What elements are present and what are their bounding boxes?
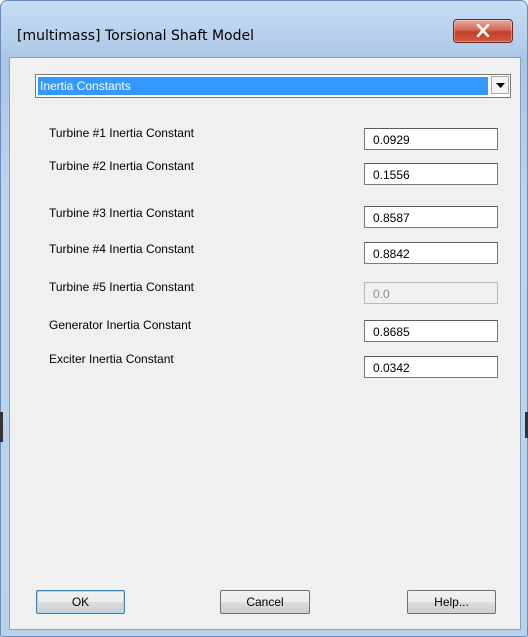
dialog-client-area: Inertia Constants Turbine #1 Inertia Con… (9, 57, 521, 630)
turbine-1-inertia-label: Turbine #1 Inertia Constant (49, 126, 194, 140)
turbine-5-inertia-label: Turbine #5 Inertia Constant (49, 280, 194, 294)
turbine-5-inertia-field: 0.0 (364, 282, 498, 304)
category-selected-value: Inertia Constants (38, 77, 488, 95)
category-dropdown[interactable]: Inertia Constants (35, 74, 511, 98)
turbine-2-inertia-label: Turbine #2 Inertia Constant (49, 159, 194, 173)
turbine-2-inertia-field[interactable]: 0.1556 (364, 163, 498, 185)
turbine-4-inertia-field[interactable]: 0.8842 (364, 242, 498, 264)
window-title: [multimass] Torsional Shaft Model (17, 28, 254, 44)
turbine-3-inertia-field[interactable]: 0.8587 (364, 206, 498, 228)
turbine-4-inertia-label: Turbine #4 Inertia Constant (49, 242, 194, 256)
help-button[interactable]: Help... (407, 590, 496, 614)
generator-inertia-label: Generator Inertia Constant (49, 318, 192, 332)
chevron-down-icon (496, 83, 505, 88)
turbine-3-inertia-label: Turbine #3 Inertia Constant (49, 206, 194, 220)
close-button[interactable] (453, 19, 513, 43)
exciter-inertia-label: Exciter Inertia Constant (49, 352, 174, 366)
dropdown-arrow-button[interactable] (491, 76, 509, 94)
resize-edge-marker-left (0, 412, 3, 442)
generator-inertia-field[interactable]: 0.8685 (364, 320, 498, 342)
dialog-window: [multimass] Torsional Shaft Model Inerti… (0, 0, 528, 637)
ok-button[interactable]: OK (36, 590, 125, 614)
turbine-1-inertia-field[interactable]: 0.0929 (364, 128, 498, 150)
exciter-inertia-field[interactable]: 0.0342 (364, 356, 498, 378)
close-icon (476, 24, 490, 37)
title-bar[interactable]: [multimass] Torsional Shaft Model (1, 1, 527, 57)
cancel-button[interactable]: Cancel (220, 590, 310, 614)
